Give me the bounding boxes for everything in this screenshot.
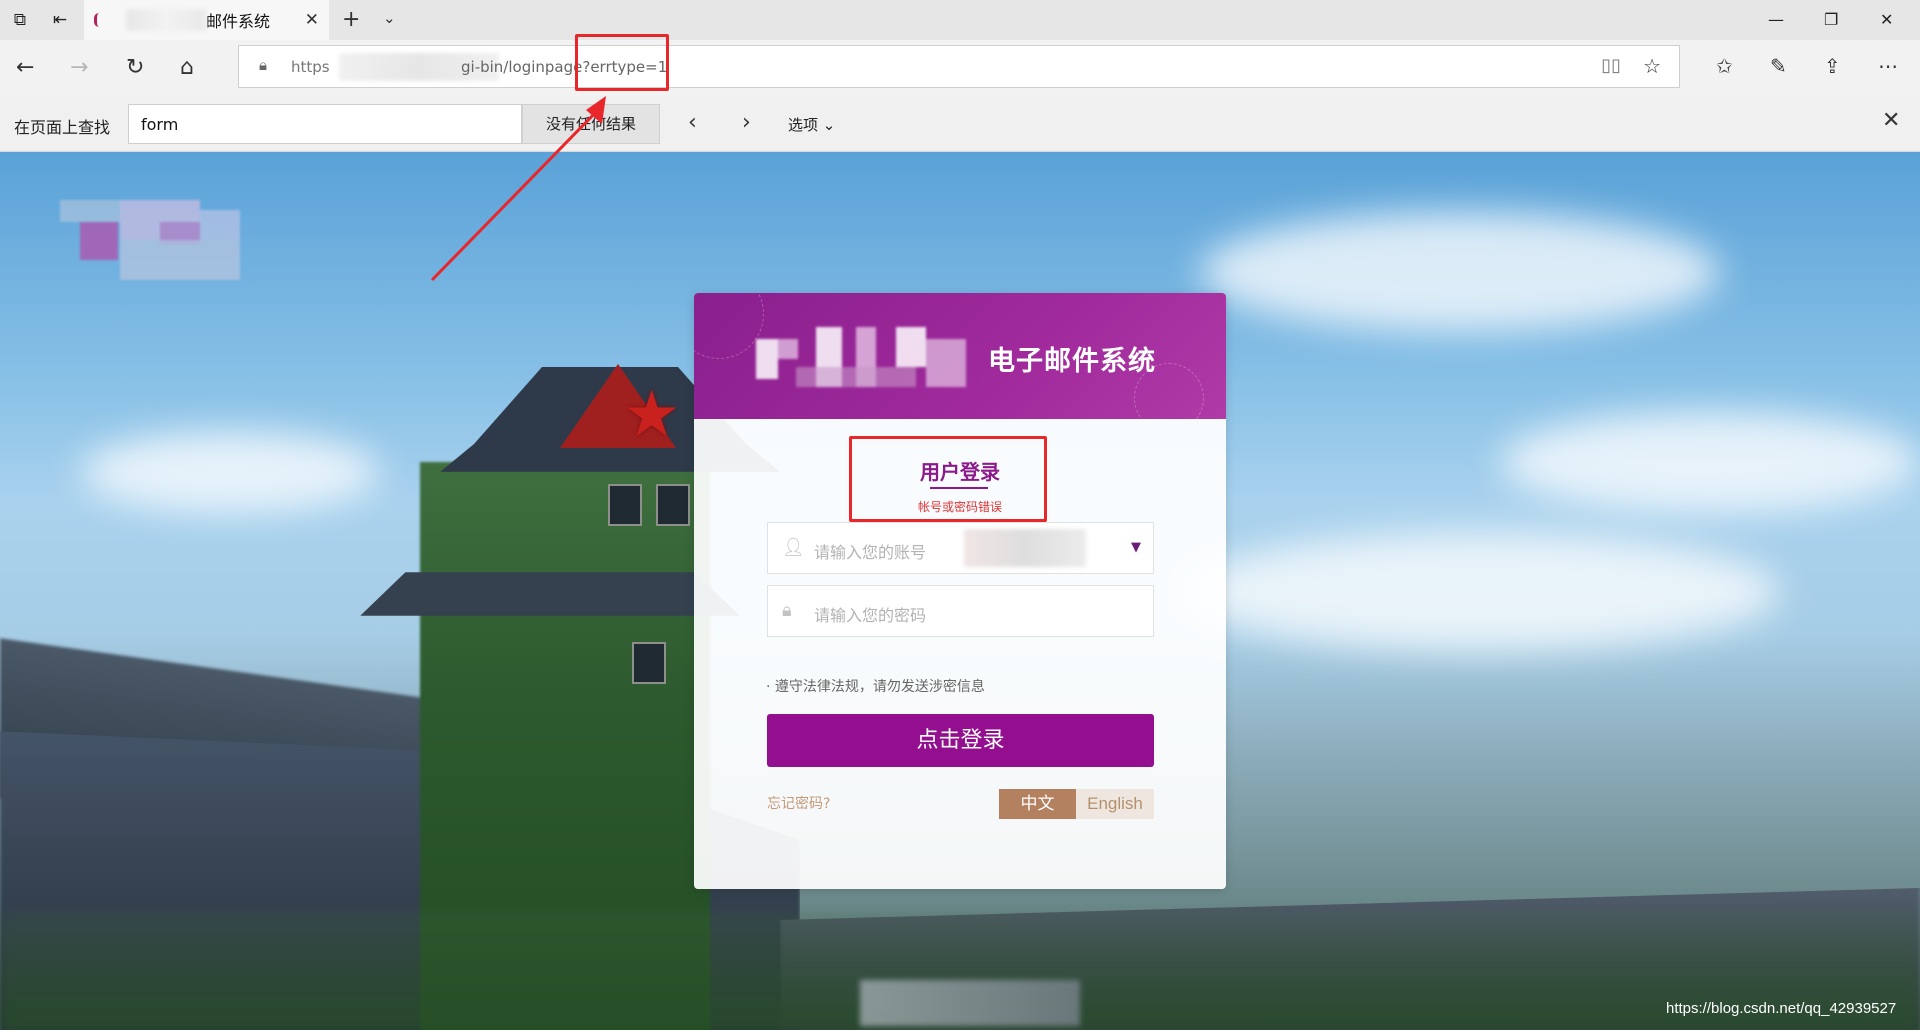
url-scheme: https bbox=[291, 58, 330, 76]
username-field[interactable]: 👤︎ 请输入您的账号 ▼ bbox=[767, 522, 1154, 574]
csdn-watermark: https://blog.csdn.net/qq_42939527 bbox=[1666, 1000, 1897, 1017]
domain-dropdown-arrow-icon[interactable]: ▼ bbox=[1131, 540, 1141, 555]
cloud bbox=[1500, 412, 1920, 512]
login-button[interactable]: 点击登录 bbox=[767, 714, 1154, 767]
login-card: 电子邮件系统 用户登录 帐号或密码错误 👤︎ 请输入您的账号 ▼ 🔒︎ 请输入您… bbox=[694, 293, 1226, 889]
school-logo-redacted bbox=[60, 200, 240, 282]
back-arrow-icon[interactable]: ← bbox=[16, 55, 34, 80]
language-chinese-button[interactable]: 中文 bbox=[999, 789, 1076, 819]
favorite-star-icon[interactable]: ☆ bbox=[1643, 54, 1661, 78]
site-favicon-icon bbox=[94, 13, 106, 27]
favorites-hub-icon[interactable]: ✩ bbox=[1716, 54, 1733, 78]
share-icon[interactable]: ⇪ bbox=[1824, 54, 1841, 78]
cloud bbox=[1200, 212, 1720, 332]
find-on-page-bar: 在页面上查找 没有任何结果 ‹ › 选项 ⌄ ✕ bbox=[0, 96, 1920, 152]
tower-window bbox=[608, 484, 642, 526]
find-options-dropdown[interactable]: 选项 ⌄ bbox=[788, 114, 835, 135]
browser-tab-bar: ⧉ ⇤ 邮件系统 ✕ + ⌄ — ❐ ✕ bbox=[0, 0, 1920, 40]
language-english-button[interactable]: English bbox=[1076, 789, 1154, 819]
firework-decoration bbox=[694, 293, 764, 359]
tab-close-icon[interactable]: ✕ bbox=[305, 10, 319, 30]
mail-system-title: 电子邮件系统 bbox=[988, 346, 1156, 377]
set-tabs-aside-icon[interactable]: ⇤ bbox=[48, 8, 72, 32]
login-card-header: 电子邮件系统 bbox=[694, 293, 1226, 419]
forward-arrow-icon[interactable]: → bbox=[70, 55, 88, 80]
url-annotation-box bbox=[575, 34, 669, 91]
find-options-label: 选项 bbox=[788, 116, 819, 134]
find-result-status: 没有任何结果 bbox=[522, 104, 660, 144]
login-page-background: ★ https://blog.csdn.net/qq_42939527 电子邮件… bbox=[0, 152, 1920, 1030]
tower-eave bbox=[360, 572, 740, 616]
minimize-icon[interactable]: — bbox=[1768, 10, 1784, 29]
home-icon[interactable]: ⌂ bbox=[180, 55, 194, 80]
tab-list-chevron-icon[interactable]: ⌄ bbox=[383, 9, 396, 27]
security-notice: · 遵守法律法规，请勿发送涉密信息 bbox=[766, 679, 985, 695]
tab-actions-icon[interactable]: ⧉ bbox=[8, 8, 32, 32]
find-input[interactable] bbox=[128, 104, 522, 144]
reading-view-icon[interactable]: ▯▯ bbox=[1601, 55, 1621, 76]
refresh-icon[interactable]: ↻ bbox=[126, 55, 144, 80]
username-placeholder: 请输入您的账号 bbox=[814, 543, 927, 562]
lock-icon: 🔒︎ bbox=[782, 600, 792, 621]
find-label: 在页面上查找 bbox=[14, 118, 111, 137]
browser-tab[interactable]: 邮件系统 ✕ bbox=[84, 0, 329, 40]
user-icon: 👤︎ bbox=[782, 537, 805, 558]
tower-window bbox=[656, 484, 690, 526]
find-close-icon[interactable]: ✕ bbox=[1882, 108, 1900, 133]
forgot-password-link[interactable]: 忘记密码? bbox=[767, 793, 830, 813]
redacted-footer-text bbox=[860, 980, 1080, 1026]
cloud bbox=[1180, 532, 1780, 652]
password-field[interactable]: 🔒︎ 请输入您的密码 bbox=[767, 585, 1154, 637]
cloud bbox=[80, 432, 380, 512]
lock-icon[interactable]: 🔒︎ bbox=[259, 56, 267, 74]
find-next-chevron-icon[interactable]: › bbox=[742, 110, 751, 135]
school-name-redacted bbox=[756, 319, 988, 407]
tab-title: 邮件系统 bbox=[206, 12, 271, 31]
error-annotation-box bbox=[849, 436, 1047, 522]
find-previous-chevron-icon[interactable]: ‹ bbox=[688, 110, 697, 135]
web-note-pen-icon[interactable]: ✎ bbox=[1770, 54, 1787, 78]
new-tab-icon[interactable]: + bbox=[342, 7, 360, 32]
redacted-tab-title bbox=[126, 9, 206, 31]
redacted-domain-select bbox=[964, 529, 1086, 567]
red-star-icon: ★ bbox=[623, 378, 681, 452]
password-placeholder: 请输入您的密码 bbox=[814, 606, 927, 625]
tower-window bbox=[632, 642, 666, 684]
address-bar[interactable]: 🔒︎ https gi-bin/loginpage?errtype=1 ▯▯ ☆ bbox=[238, 45, 1680, 88]
window-close-icon[interactable]: ✕ bbox=[1880, 10, 1893, 29]
more-menu-icon[interactable]: ⋯ bbox=[1878, 54, 1898, 78]
restore-icon[interactable]: ❐ bbox=[1824, 10, 1838, 29]
navigation-bar: ← → ↻ ⌂ 🔒︎ https gi-bin/loginpage?errtyp… bbox=[0, 40, 1920, 96]
